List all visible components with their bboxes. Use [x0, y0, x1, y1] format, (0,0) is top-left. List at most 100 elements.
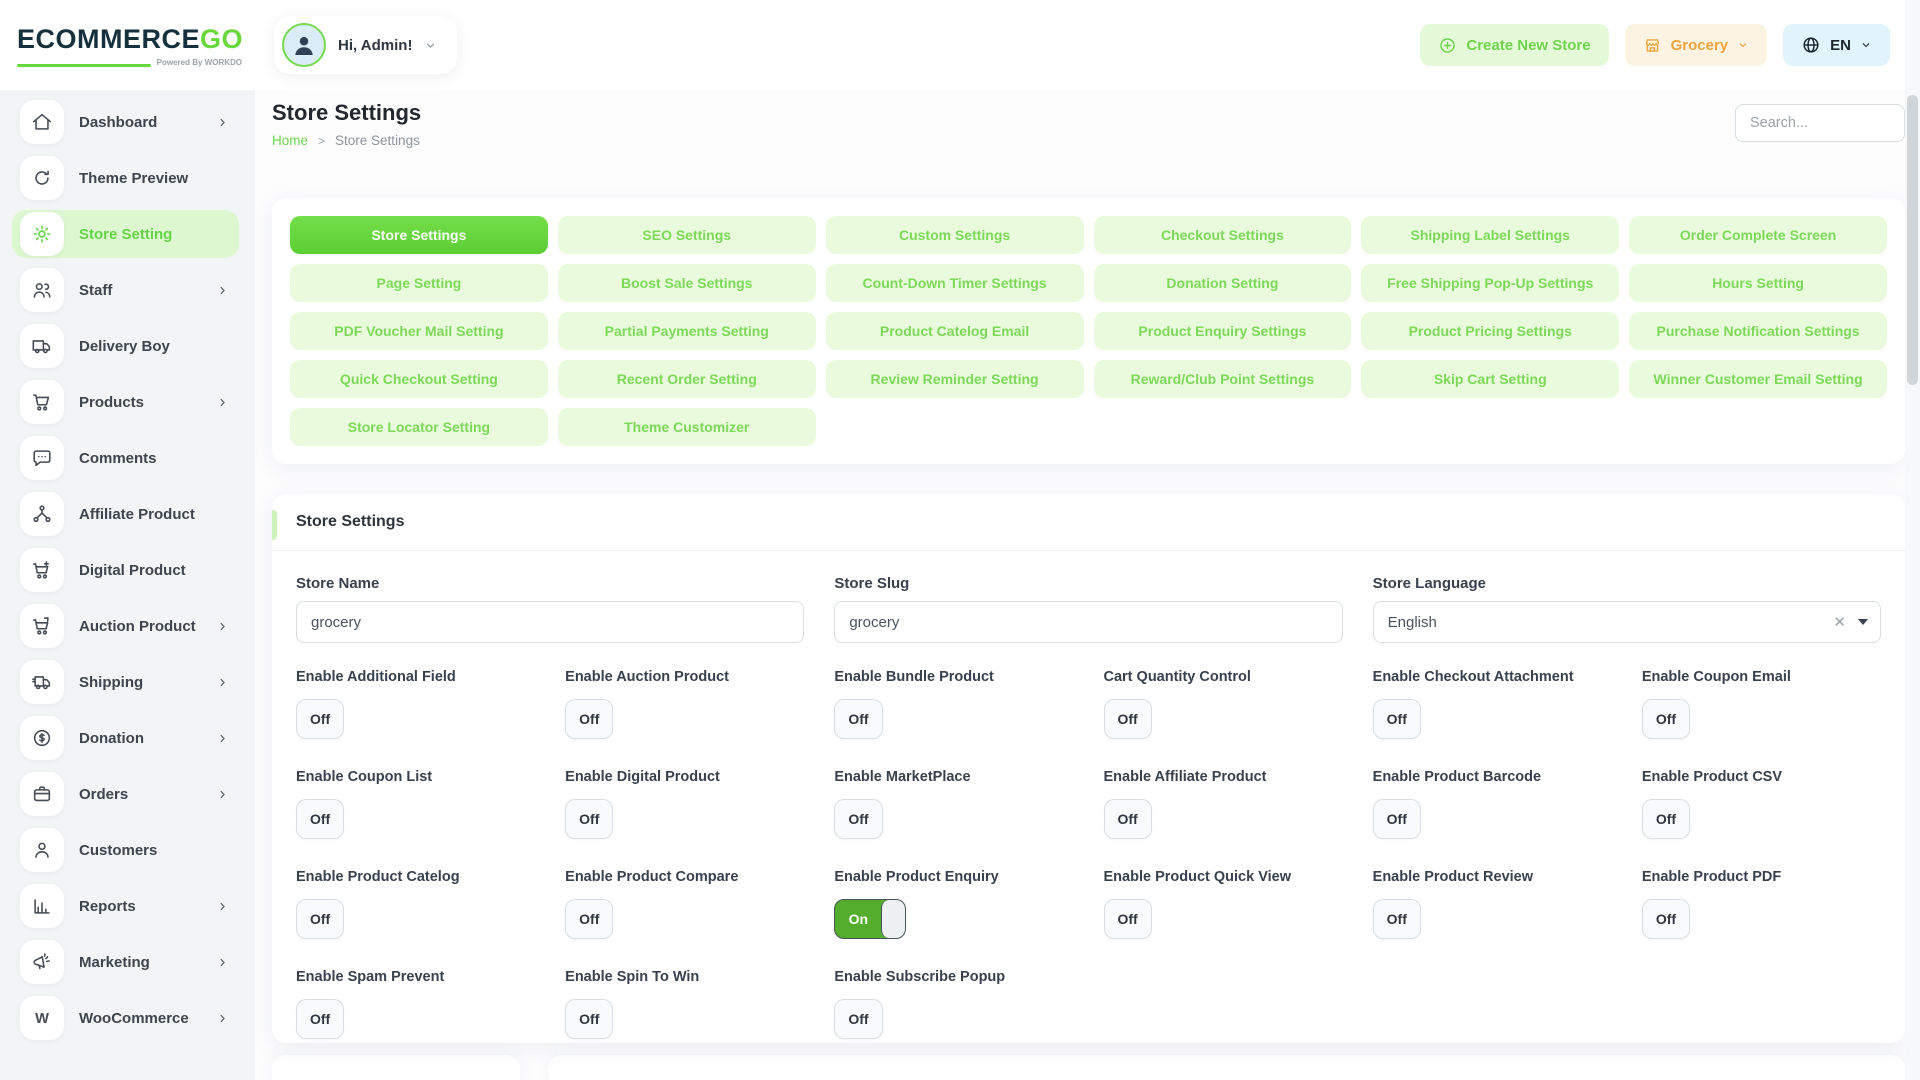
page-title-block: Store Settings Home > Store Settings: [272, 100, 421, 148]
store-fields: Store Name Store Slug Store Language Eng…: [296, 575, 1881, 643]
sidebar-item-auction-product[interactable]: Auction Product: [12, 602, 239, 650]
tab-theme-customizer[interactable]: Theme Customizer: [558, 408, 816, 446]
toggle-off-enable-digital-product[interactable]: Off: [565, 799, 613, 839]
toggle-off-enable-coupon-list[interactable]: Off: [296, 799, 344, 839]
sidebar-item-shipping[interactable]: Shipping: [12, 658, 239, 706]
sidebar-item-label: Auction Product: [79, 618, 216, 635]
toggle-label: Enable Digital Product: [565, 769, 804, 785]
toggle-label: Enable Spin To Win: [565, 969, 804, 985]
tab-product-pricing-settings[interactable]: Product Pricing Settings: [1361, 312, 1619, 350]
tab-page-setting[interactable]: Page Setting: [290, 264, 548, 302]
toggle-off-enable-additional-field[interactable]: Off: [296, 699, 344, 739]
tab-reward-club-point-settings[interactable]: Reward/Club Point Settings: [1094, 360, 1352, 398]
toggle-group-enable-product-quick-view: Enable Product Quick ViewOff: [1104, 869, 1343, 939]
sidebar-item-digital-product[interactable]: Digital Product: [12, 546, 239, 594]
cart-plus-icon: [20, 548, 64, 592]
sidebar-item-label: Digital Product: [79, 562, 229, 579]
sidebar-item-dashboard[interactable]: Dashboard: [12, 98, 239, 146]
sidebar-item-donation[interactable]: Donation: [12, 714, 239, 762]
toggle-off-enable-product-review[interactable]: Off: [1373, 899, 1421, 939]
scrollbar-thumb[interactable]: [1907, 95, 1918, 385]
tab-checkout-settings[interactable]: Checkout Settings: [1094, 216, 1352, 254]
toggle-off-enable-affiliate-product[interactable]: Off: [1104, 799, 1152, 839]
tab-hours-setting[interactable]: Hours Setting: [1629, 264, 1887, 302]
toggle-off-enable-marketplace[interactable]: Off: [834, 799, 882, 839]
tab-boost-sale-settings[interactable]: Boost Sale Settings: [558, 264, 816, 302]
sidebar-item-woocommerce[interactable]: WWooCommerce: [12, 994, 239, 1042]
sidebar-item-orders[interactable]: Orders: [12, 770, 239, 818]
dollar-circle-icon: [20, 716, 64, 760]
sidebar-item-comments[interactable]: Comments: [12, 434, 239, 482]
sidebar-item-reports[interactable]: Reports: [12, 882, 239, 930]
tab-seo-settings[interactable]: SEO Settings: [558, 216, 816, 254]
store-slug-input[interactable]: [834, 601, 1342, 643]
tab-pdf-voucher-mail-setting[interactable]: PDF Voucher Mail Setting: [290, 312, 548, 350]
tab-partial-payments-setting[interactable]: Partial Payments Setting: [558, 312, 816, 350]
toggle-off-enable-product-compare[interactable]: Off: [565, 899, 613, 939]
brand-name-primary: ECOMMERCE: [17, 24, 200, 54]
tab-order-complete-screen[interactable]: Order Complete Screen: [1629, 216, 1887, 254]
sidebar-item-delivery-boy[interactable]: Delivery Boy: [12, 322, 239, 370]
toggle-off-enable-product-catelog[interactable]: Off: [296, 899, 344, 939]
chevron-right-icon: [216, 284, 229, 297]
toggle-on-enable-product-enquiry[interactable]: On: [834, 899, 906, 939]
tab-store-locator-setting[interactable]: Store Locator Setting: [290, 408, 548, 446]
toggle-off-enable-coupon-email[interactable]: Off: [1642, 699, 1690, 739]
tab-store-settings[interactable]: Store Settings: [290, 216, 548, 254]
toggle-off-enable-product-quick-view[interactable]: Off: [1104, 899, 1152, 939]
store-language-select[interactable]: English ✕: [1373, 601, 1881, 643]
tab-donation-setting[interactable]: Donation Setting: [1094, 264, 1352, 302]
tab-count-down-timer-settings[interactable]: Count-Down Timer Settings: [826, 264, 1084, 302]
tab-quick-checkout-setting[interactable]: Quick Checkout Setting: [290, 360, 548, 398]
tab-shipping-label-settings[interactable]: Shipping Label Settings: [1361, 216, 1619, 254]
language-selector-button[interactable]: EN: [1783, 24, 1890, 66]
toggle-off-enable-checkout-attachment[interactable]: Off: [1373, 699, 1421, 739]
toggle-off-enable-product-barcode[interactable]: Off: [1373, 799, 1421, 839]
store-name-input[interactable]: [296, 601, 804, 643]
toggle-label: Enable Product Compare: [565, 869, 804, 885]
sidebar-item-theme-preview[interactable]: Theme Preview: [12, 154, 239, 202]
tab-product-enquiry-settings[interactable]: Product Enquiry Settings: [1094, 312, 1352, 350]
tab-review-reminder-setting[interactable]: Review Reminder Setting: [826, 360, 1084, 398]
breadcrumb-home-link[interactable]: Home: [272, 133, 308, 148]
tab-skip-cart-setting[interactable]: Skip Cart Setting: [1361, 360, 1619, 398]
search-input[interactable]: [1735, 104, 1905, 142]
chevron-right-icon: [216, 620, 229, 633]
create-new-store-button[interactable]: Create New Store: [1420, 24, 1608, 66]
chevron-right-icon: [216, 676, 229, 689]
toggle-group-enable-affiliate-product: Enable Affiliate ProductOff: [1104, 769, 1343, 839]
sidebar-item-products[interactable]: Products: [12, 378, 239, 426]
toggle-off-enable-subscribe-popup[interactable]: Off: [834, 999, 882, 1039]
toggle-off-enable-product-csv[interactable]: Off: [1642, 799, 1690, 839]
tab-recent-order-setting[interactable]: Recent Order Setting: [558, 360, 816, 398]
megaphone-icon: [20, 940, 64, 984]
toggle-off-enable-spam-prevent[interactable]: Off: [296, 999, 344, 1039]
toggle-off-enable-bundle-product[interactable]: Off: [834, 699, 882, 739]
chevron-right-icon: [216, 732, 229, 745]
toggle-group-enable-digital-product: Enable Digital Product Off: [565, 769, 804, 839]
sidebar-item-customers[interactable]: Customers: [12, 826, 239, 874]
toggle-off-enable-spin-to-win[interactable]: Off: [565, 999, 613, 1039]
caret-down-icon: [1858, 619, 1868, 625]
svg-text:W: W: [35, 1011, 49, 1027]
tab-free-shipping-pop-up-settings[interactable]: Free Shipping Pop-Up Settings: [1361, 264, 1619, 302]
tab-product-catelog-email[interactable]: Product Catelog Email: [826, 312, 1084, 350]
clear-selection-icon[interactable]: ✕: [1823, 613, 1856, 631]
sidebar-item-affiliate-product[interactable]: Affiliate Product: [12, 490, 239, 538]
tab-custom-settings[interactable]: Custom Settings: [826, 216, 1084, 254]
tab-purchase-notification-settings[interactable]: Purchase Notification Settings: [1629, 312, 1887, 350]
toggle-label: Enable Coupon List: [296, 769, 535, 785]
toggle-group-enable-product-enquiry: Enable Product EnquiryOn: [834, 869, 1073, 939]
sidebar-item-marketing[interactable]: Marketing: [12, 938, 239, 986]
toggle-off-enable-auction-product[interactable]: Off: [565, 699, 613, 739]
toggle-off-cart-quantity-control[interactable]: Off: [1104, 699, 1152, 739]
sidebar-item-label: Delivery Boy: [79, 338, 229, 355]
scrollbar[interactable]: [1905, 0, 1920, 1080]
user-menu[interactable]: Hi, Admin!: [274, 16, 457, 74]
sidebar-item-staff[interactable]: Staff: [12, 266, 239, 314]
shipping-truck-icon: [20, 660, 64, 704]
tab-winner-customer-email-setting[interactable]: Winner Customer Email Setting: [1629, 360, 1887, 398]
sidebar-item-store-setting[interactable]: Store Setting: [12, 210, 239, 258]
toggle-off-enable-product-pdf[interactable]: Off: [1642, 899, 1690, 939]
store-selector-button[interactable]: Grocery: [1625, 24, 1768, 66]
